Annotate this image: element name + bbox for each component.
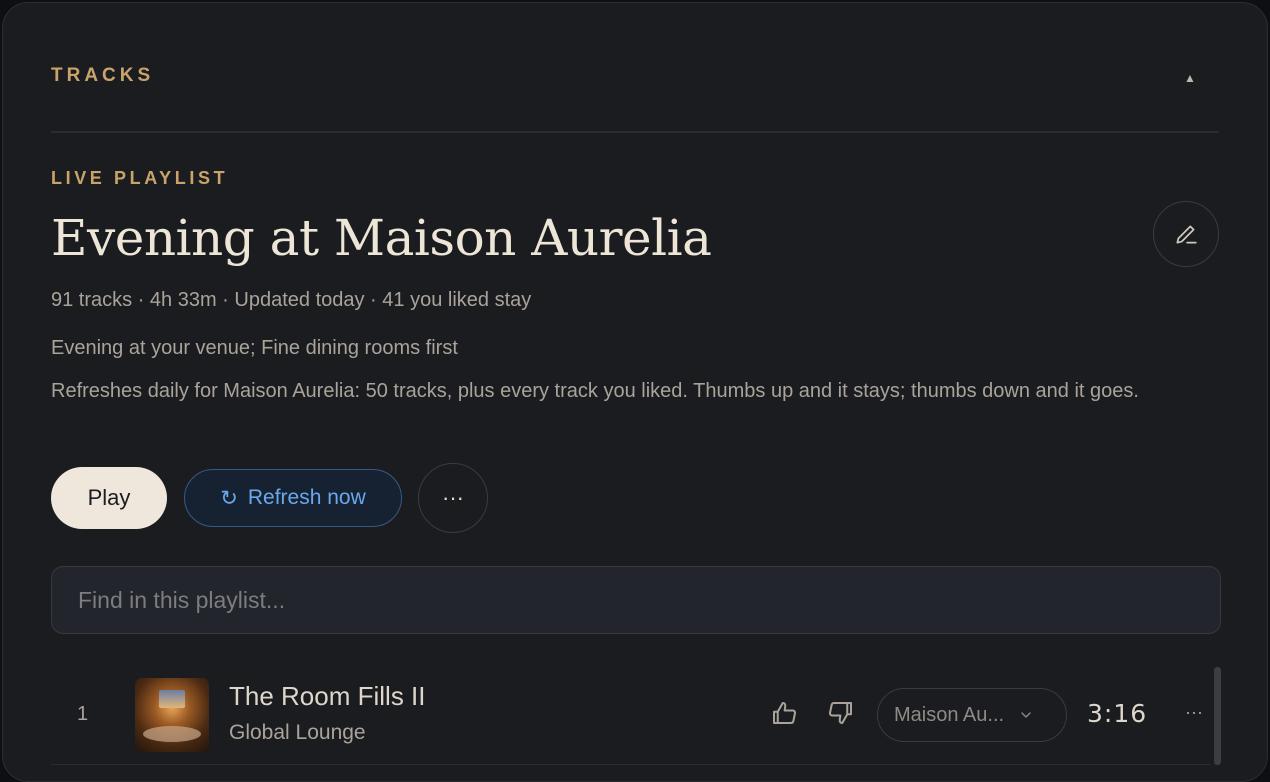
track-title: The Room Fills II — [229, 681, 426, 711]
track-more-button[interactable]: ··· — [1179, 697, 1209, 727]
scrollbar[interactable] — [1214, 667, 1221, 765]
playlist-description-long: Refreshes daily for Maison Aurelia: 50 t… — [51, 380, 1139, 402]
more-options-button[interactable]: ··· — [418, 463, 488, 533]
playlist-search-input[interactable] — [51, 566, 1221, 634]
thumbs-down-icon[interactable] — [826, 698, 860, 732]
refresh-icon: ↻ — [220, 486, 238, 510]
refresh-label: Refresh now — [247, 486, 366, 509]
tracks-panel: TRACKS ▲ LIVE PLAYLIST Evening at Maison… — [2, 2, 1268, 782]
track-row[interactable]: 1 The Room Fills II Global Lounge Maison… — [51, 667, 1211, 765]
venue-select[interactable]: Maison Au... — [877, 688, 1067, 742]
playlist-meta: 91 tracks · 4h 33m · Updated today · 41 … — [51, 289, 532, 311]
play-button[interactable]: Play — [51, 467, 167, 529]
chevron-down-icon — [1021, 712, 1031, 718]
playlist-title: Evening at Maison Aurelia — [51, 209, 712, 267]
track-duration: 3:16 — [1087, 699, 1148, 728]
playlist-eyebrow: LIVE PLAYLIST — [51, 168, 229, 188]
track-artist: Global Lounge — [229, 721, 366, 744]
collapse-icon[interactable]: ▲ — [1179, 67, 1201, 89]
venue-select-value: Maison Au... — [894, 703, 1005, 726]
track-number: 1 — [77, 703, 89, 725]
pencil-icon — [1176, 225, 1197, 244]
divider — [51, 131, 1219, 133]
refresh-button[interactable]: ↻ Refresh now — [184, 469, 402, 527]
section-header: TRACKS ▲ — [51, 65, 1219, 95]
playlist-description-short: Evening at your venue; Fine dining rooms… — [51, 337, 458, 359]
thumbs-up-icon[interactable] — [769, 698, 803, 732]
album-art — [135, 678, 209, 752]
edit-button[interactable] — [1153, 201, 1219, 267]
section-title: TRACKS — [51, 65, 155, 86]
